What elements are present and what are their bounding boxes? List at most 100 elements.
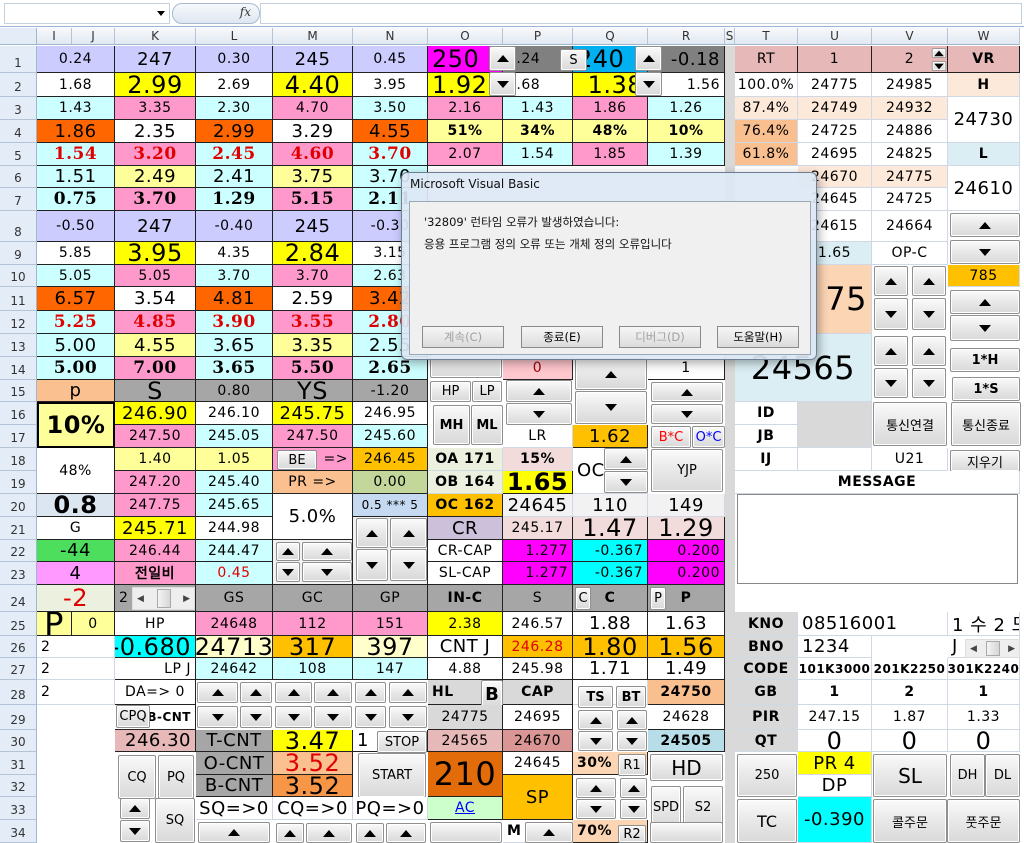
p-button[interactable]: P: [650, 587, 666, 610]
column-header-U[interactable]: U: [798, 28, 872, 45]
row-header-28[interactable]: 28: [0, 680, 37, 705]
lp-button[interactable]: LP: [472, 381, 502, 402]
q-down-button[interactable]: [635, 72, 662, 96]
row-header-17[interactable]: 17: [0, 425, 37, 448]
spin-up-button[interactable]: [276, 542, 300, 561]
up-button[interactable]: [306, 823, 352, 843]
up-button[interactable]: [386, 823, 426, 843]
row-header-34[interactable]: 34: [0, 820, 37, 843]
hd-button[interactable]: HD: [650, 754, 723, 781]
row-header-33[interactable]: 33: [0, 797, 37, 820]
column-header-J[interactable]: J: [72, 28, 115, 45]
row-header-12[interactable]: 12: [0, 311, 37, 334]
row-header-21[interactable]: 21: [0, 517, 37, 540]
column-header-Q[interactable]: Q: [573, 28, 648, 45]
spin-up-button[interactable]: [874, 336, 908, 366]
q-big-up-button[interactable]: [575, 358, 647, 390]
connect-button[interactable]: 통신연결: [873, 402, 947, 446]
spin-down-button[interactable]: [912, 298, 946, 330]
row-header-7[interactable]: 7: [0, 188, 37, 211]
scroll-thumb[interactable]: [156, 589, 171, 608]
w-up-button[interactable]: [950, 213, 1020, 237]
row-header-1[interactable]: 1: [0, 46, 37, 73]
column-header-V[interactable]: V: [872, 28, 948, 45]
row-header-32[interactable]: 32: [0, 775, 37, 797]
oc-spin-down[interactable]: [604, 471, 648, 493]
column-header-W[interactable]: W: [948, 28, 1020, 45]
m-up-button[interactable]: [525, 822, 573, 843]
hp-button[interactable]: HP: [430, 381, 471, 402]
stop-button[interactable]: STOP: [377, 731, 427, 753]
row-header-13[interactable]: 13: [0, 334, 37, 357]
k24-scrollbar[interactable]: ◀ ▶: [132, 587, 195, 610]
row-header-8[interactable]: 8: [0, 211, 37, 242]
spin-down-button[interactable]: [620, 799, 647, 819]
ml-button[interactable]: ML: [471, 405, 503, 445]
row-header-22[interactable]: 22: [0, 540, 37, 562]
spin-down-button[interactable]: [314, 706, 352, 728]
oc-button[interactable]: O*C: [692, 426, 725, 448]
o-up-button[interactable]: [489, 46, 516, 71]
q-big-down-button[interactable]: [575, 391, 647, 424]
spin-down-button[interactable]: [578, 731, 613, 751]
up-button[interactable]: [356, 823, 384, 843]
w26-scrollbar[interactable]: ◀ ▶: [965, 639, 1020, 658]
up-button[interactable]: [276, 823, 304, 843]
end-button[interactable]: 종료(E): [521, 326, 603, 348]
start-button[interactable]: START: [358, 753, 426, 798]
q-up-button[interactable]: [635, 46, 662, 71]
row-header-14[interactable]: 14: [0, 357, 37, 380]
b-button[interactable]: B: [481, 680, 503, 708]
row-header-15[interactable]: 15: [0, 380, 37, 402]
dh-button[interactable]: DH: [950, 754, 985, 797]
scroll-thumb[interactable]: [985, 640, 1000, 657]
spin-up-button[interactable]: [314, 682, 352, 703]
be-button[interactable]: BE: [277, 450, 317, 470]
row-header-25[interactable]: 25: [0, 612, 37, 636]
spin-down-button[interactable]: [874, 298, 908, 330]
column-header-K[interactable]: K: [115, 28, 196, 45]
clear-button[interactable]: 지우기: [950, 450, 1020, 472]
spin-up-button[interactable]: [275, 682, 312, 703]
row-header-9[interactable]: 9: [0, 242, 37, 265]
sq-button[interactable]: SQ: [155, 798, 195, 843]
tc-button[interactable]: TC: [737, 799, 797, 843]
spin-down-button[interactable]: [240, 706, 272, 728]
spin-up-button[interactable]: [197, 682, 238, 703]
row-header-20[interactable]: 20: [0, 494, 37, 517]
row-header-11[interactable]: 11: [0, 287, 37, 311]
column-header-N[interactable]: N: [353, 28, 428, 45]
spin-down-button[interactable]: [390, 549, 427, 581]
v1-spin-down[interactable]: [931, 61, 947, 71]
cpq-button[interactable]: CPQ: [116, 705, 150, 728]
spin-down-button[interactable]: [617, 731, 647, 751]
up-button[interactable]: [198, 822, 270, 843]
row-header-2[interactable]: 2: [0, 73, 37, 97]
message-textbox[interactable]: [737, 494, 1018, 584]
row-header-27[interactable]: 27: [0, 658, 37, 680]
row-header-5[interactable]: 5: [0, 143, 37, 166]
ts-button[interactable]: TS: [578, 686, 613, 708]
spin-down-button[interactable]: [912, 368, 946, 398]
column-header-T[interactable]: T: [735, 28, 798, 45]
column-header-O[interactable]: O: [428, 28, 503, 45]
yjp-button[interactable]: YJP: [651, 449, 723, 492]
spin-down-button[interactable]: [356, 549, 388, 581]
spin-up-button[interactable]: [390, 518, 427, 548]
column-header-L[interactable]: L: [196, 28, 273, 45]
r-up-button[interactable]: [651, 382, 723, 402]
w-down-button[interactable]: [950, 315, 1020, 341]
bc-button[interactable]: B*C: [651, 426, 691, 448]
r-down-button[interactable]: [651, 404, 723, 424]
scroll-right-icon[interactable]: ▶: [183, 594, 190, 604]
s-button[interactable]: S: [560, 49, 587, 71]
row-header-31[interactable]: 31: [0, 752, 37, 775]
spin-up-button[interactable]: [355, 682, 386, 703]
select-all-corner[interactable]: [0, 28, 37, 45]
o34-button[interactable]: [430, 822, 502, 843]
bt-button[interactable]: BT: [616, 686, 646, 708]
250-button[interactable]: 250: [737, 754, 797, 797]
spin-down-button[interactable]: [389, 706, 427, 728]
column-header-R[interactable]: R: [648, 28, 725, 45]
column-header-M[interactable]: M: [273, 28, 353, 45]
